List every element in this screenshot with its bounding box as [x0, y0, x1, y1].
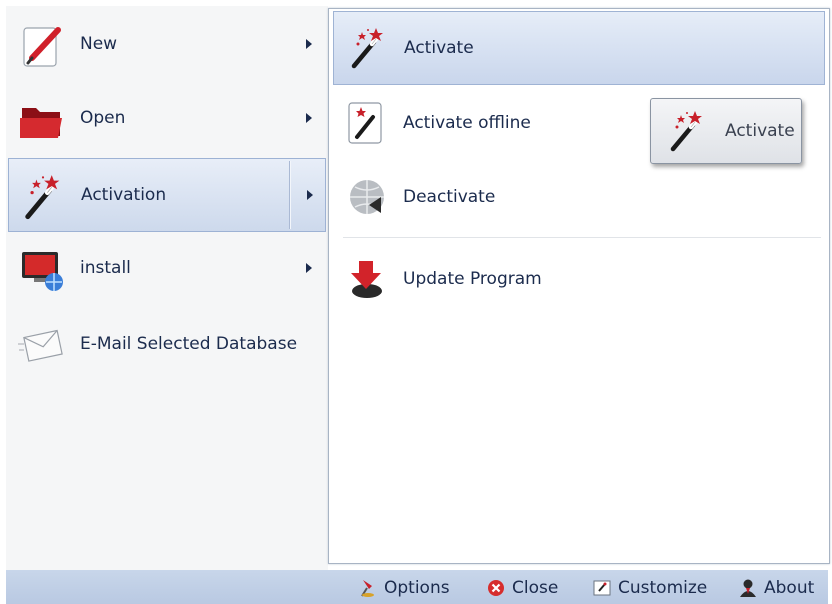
menu-item-activation[interactable]: Activation	[8, 158, 326, 232]
magic-wand-icon	[19, 173, 67, 221]
menu-item-new[interactable]: New	[8, 8, 326, 82]
grey-globe-icon	[345, 175, 389, 219]
submenu-item-label: Update Program	[403, 269, 542, 289]
submenu-arrow-icon	[306, 113, 312, 123]
about-label: About	[764, 578, 815, 598]
activate-button-label: Activate	[725, 121, 795, 141]
customize-icon	[592, 578, 612, 598]
submenu-arrow-icon	[306, 263, 312, 273]
update-download-icon	[345, 257, 389, 301]
submenu-arrow-icon	[307, 190, 313, 200]
close-label: Close	[512, 578, 559, 598]
folder-icon	[18, 96, 66, 144]
submenu-item-label: Activate	[404, 38, 474, 58]
pencil-document-icon	[18, 22, 66, 70]
menu-item-label: E-Mail Selected Database	[80, 334, 298, 354]
close-circle-icon	[486, 578, 506, 598]
activate-button[interactable]: Activate	[650, 98, 802, 164]
menu-item-label: install	[80, 258, 131, 278]
wand-document-icon	[345, 101, 389, 145]
submenu-item-deactivate[interactable]: Deactivate	[333, 161, 825, 233]
main-menu: New Open Activation install E-Mail Selec…	[6, 6, 328, 570]
menu-item-email-database[interactable]: E-Mail Selected Database	[8, 308, 326, 382]
options-label: Options	[384, 578, 450, 598]
pin-icon	[358, 578, 378, 598]
magic-wand-icon	[665, 109, 709, 153]
menu-item-open[interactable]: Open	[8, 82, 326, 156]
menu-item-label: Open	[80, 108, 126, 128]
activation-submenu: Activate Activate offline Deactivate Upd…	[328, 8, 830, 564]
submenu-item-update-program[interactable]: Update Program	[333, 243, 825, 315]
submenu-arrow-icon	[306, 39, 312, 49]
customize-label: Customize	[618, 578, 708, 598]
submenu-item-label: Activate offline	[403, 113, 531, 133]
submenu-item-label: Deactivate	[403, 187, 496, 207]
menu-separator	[343, 237, 821, 238]
menu-item-label: New	[80, 34, 118, 54]
submenu-item-activate[interactable]: Activate	[333, 11, 825, 85]
menu-item-install[interactable]: install	[8, 232, 326, 306]
magic-wand-icon	[346, 26, 390, 70]
monitor-globe-icon	[18, 246, 66, 294]
envelope-icon	[18, 322, 66, 370]
person-icon	[738, 578, 758, 598]
split-divider	[289, 161, 290, 229]
menu-item-label: Activation	[81, 185, 167, 205]
bottom-bar: Options Close Customize About	[6, 570, 828, 604]
